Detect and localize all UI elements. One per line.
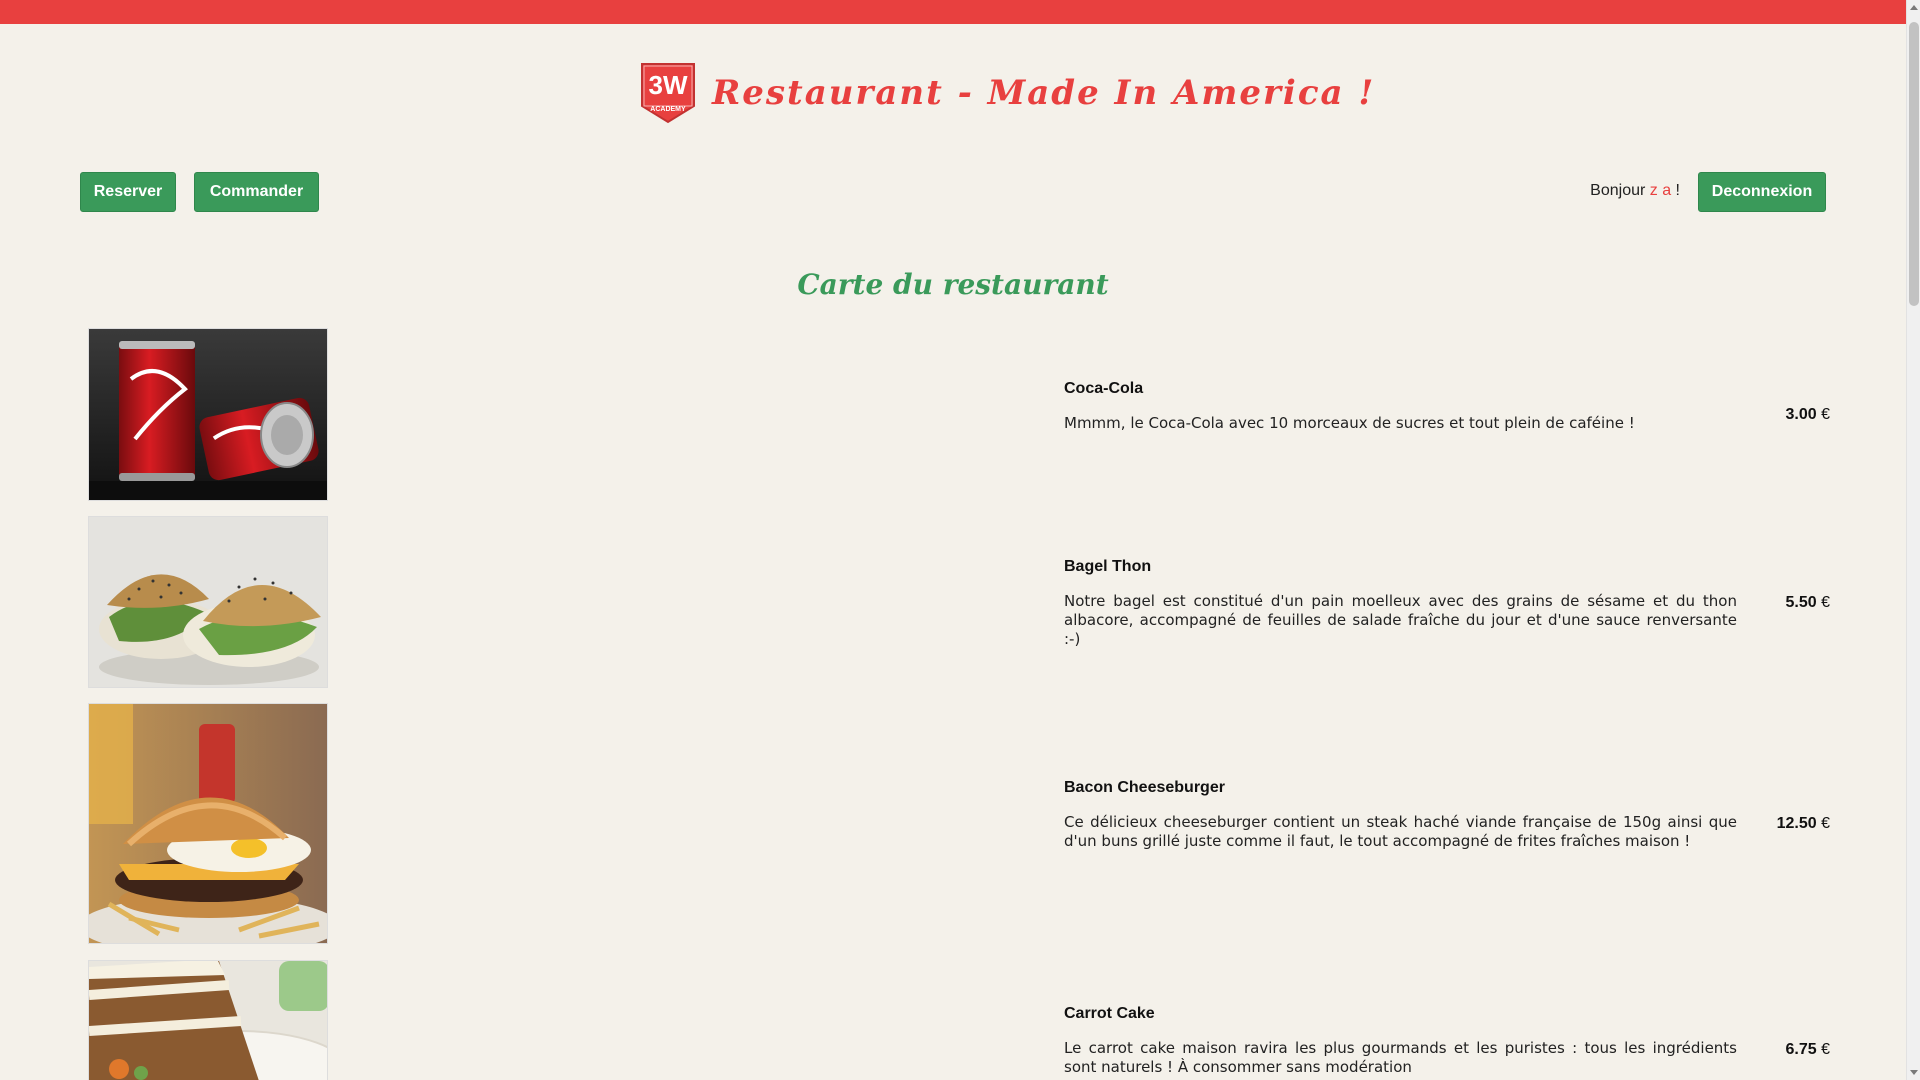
currency-symbol: €: [1821, 815, 1830, 832]
scroll-down-arrow-icon[interactable]: [1910, 1070, 1918, 1075]
currency-symbol: €: [1821, 594, 1830, 611]
carrot-cake-photo-icon: [89, 961, 327, 1080]
menu-item-name: Coca-Cola: [1064, 380, 1144, 397]
burger-photo-icon: [89, 704, 327, 943]
menu-item-name: Carrot Cake: [1064, 1005, 1155, 1022]
bagel-thon-image: [88, 516, 328, 688]
scroll-up-arrow-icon[interactable]: [1910, 5, 1918, 10]
currency-symbol: €: [1821, 406, 1830, 423]
order-button[interactable]: Commander: [194, 172, 319, 212]
username: z a: [1649, 182, 1672, 199]
menu-title: Carte du restaurant: [797, 268, 1109, 301]
user-greeting: Bonjour z a !: [1580, 182, 1680, 200]
page-scrollbar[interactable]: [1906, 0, 1920, 1080]
logo-text: 3W: [649, 70, 688, 100]
price-value: 12.50: [1776, 815, 1817, 832]
coca-cola-image: [88, 328, 328, 501]
menu-item-name: Bagel Thon: [1064, 558, 1152, 575]
price-value: 3.00: [1785, 406, 1817, 423]
menu-item-description: Ce délicieux cheeseburger contient un st…: [1064, 813, 1737, 850]
price-value: 6.75: [1785, 1041, 1817, 1058]
top-accent-bar: [0, 0, 1906, 24]
menu-item-price: 12.50 €: [1750, 815, 1830, 833]
menu-item-description: Mmmm, le Coca-Cola avec 10 morceaux de s…: [1064, 414, 1635, 432]
logo-subtext: ACADEMY: [650, 106, 686, 113]
cola-cans-photo-icon: [89, 329, 327, 500]
greeting-prefix: Bonjour: [1590, 182, 1650, 199]
reserve-button[interactable]: Reserver: [80, 172, 176, 212]
currency-symbol: €: [1821, 1041, 1830, 1058]
site-title: Restaurant - Made In America !: [712, 73, 1376, 113]
greeting-suffix: !: [1671, 182, 1680, 199]
3w-academy-logo[interactable]: 3W ACADEMY: [640, 62, 696, 124]
site-header: 3W ACADEMY Restaurant - Made In America …: [640, 62, 1375, 124]
menu-item-description: Le carrot cake maison ravira les plus go…: [1064, 1039, 1737, 1076]
carrot-cake-image: [88, 960, 328, 1080]
bagel-photo-icon: [89, 517, 327, 687]
menu-item-price: 3.00 €: [1750, 406, 1831, 424]
price-value: 5.50: [1785, 594, 1817, 611]
menu-item-name: Bacon Cheeseburger: [1064, 779, 1225, 796]
logout-button[interactable]: Deconnexion: [1698, 172, 1826, 212]
scrollbar-thumb[interactable]: [1909, 22, 1919, 306]
menu-item-description: Notre bagel est constitué d'un pain moel…: [1064, 592, 1737, 648]
bacon-cheeseburger-image: [88, 703, 328, 944]
menu-item-price: 6.75 €: [1750, 1041, 1831, 1059]
menu-item-price: 5.50 €: [1750, 594, 1831, 612]
